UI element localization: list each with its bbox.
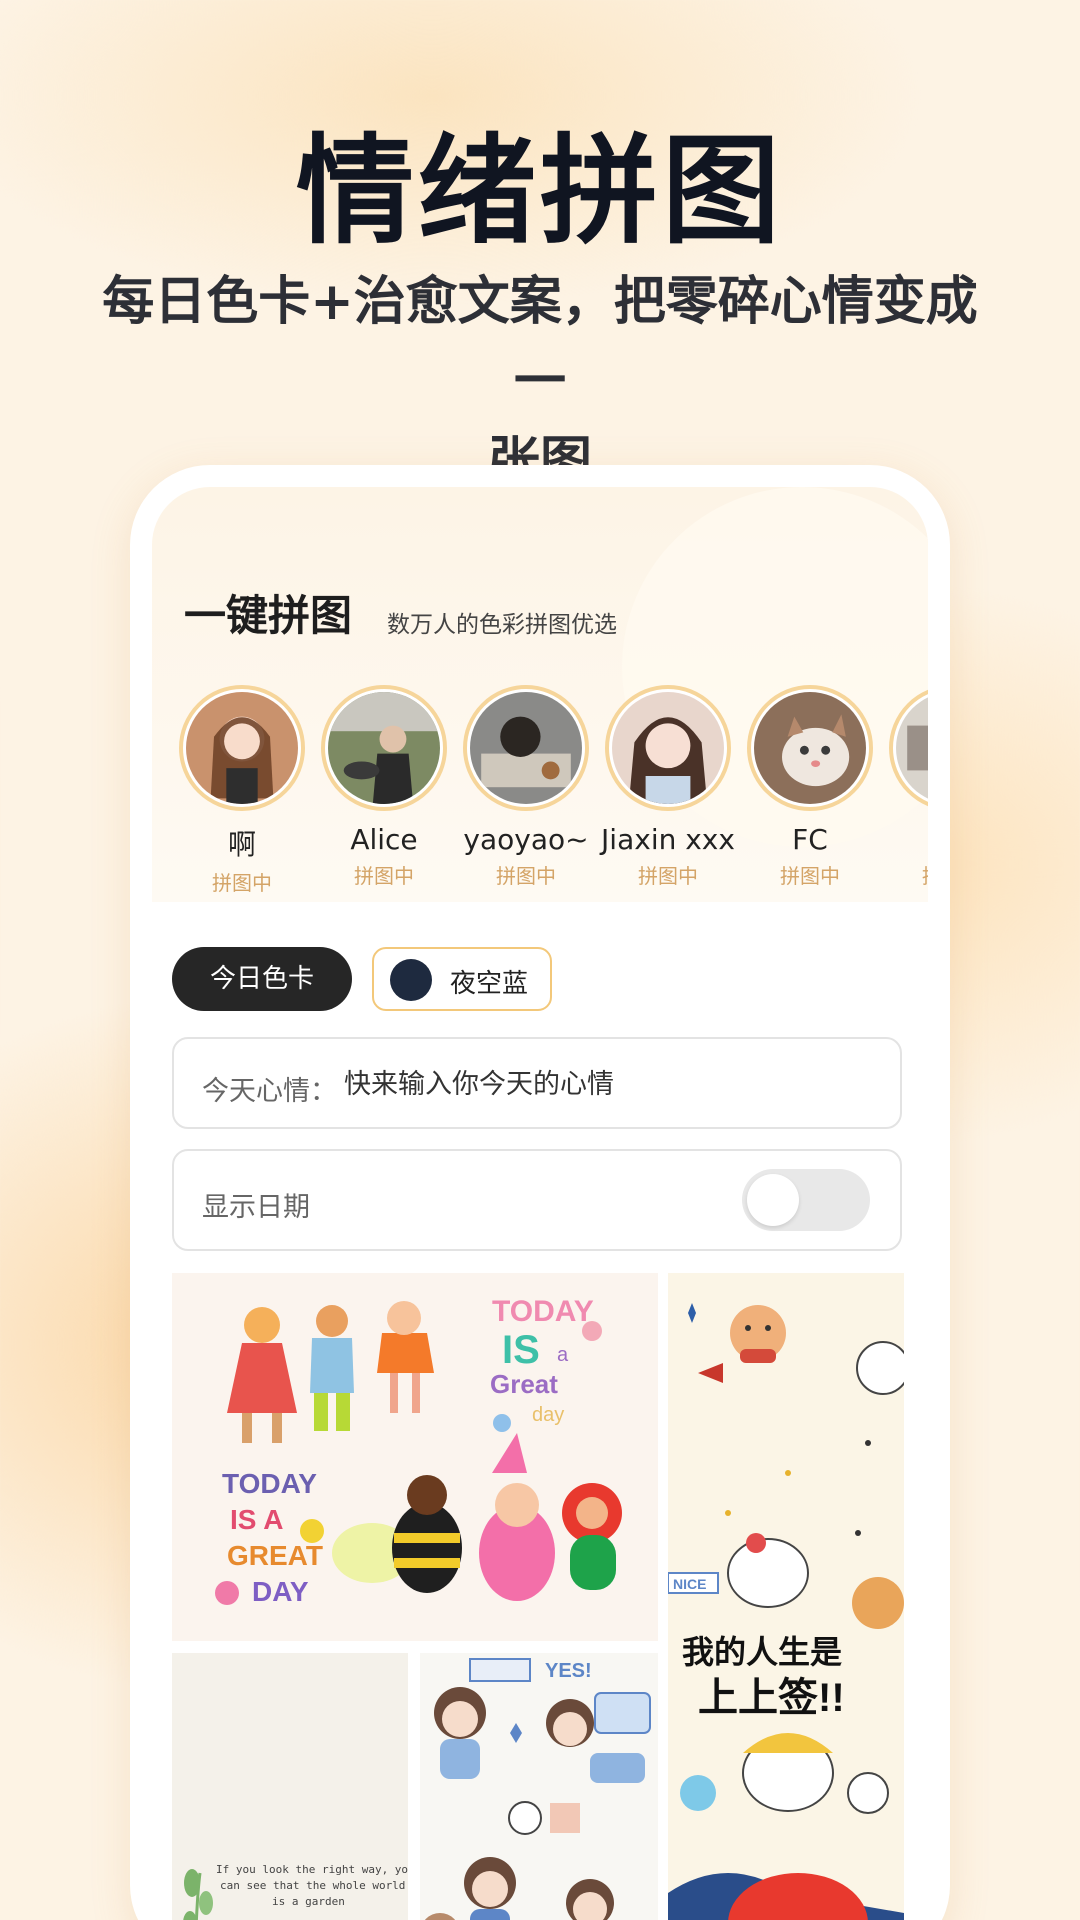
avatar-status: 拼图中: [882, 860, 928, 889]
headline: 情绪拼图: [295, 122, 784, 260]
avatar: [889, 685, 928, 811]
illustration: TODAY IS a Great day TODAY IS A GREAT DA…: [215, 1295, 622, 1607]
toggle-knob: [747, 1174, 799, 1226]
illustration-text: IS: [502, 1328, 540, 1372]
illustration-text: day: [532, 1404, 564, 1426]
illustration-text: 上上签!!: [698, 1676, 845, 1720]
avatar-name: H: [882, 823, 928, 856]
color-swatch: [390, 959, 432, 1001]
avatar-item[interactable]: FC 拼图中: [740, 685, 880, 889]
mood-label: 今天心情：: [202, 1076, 337, 1107]
avatar-carousel[interactable]: 啊 拼图中 Alice 拼图中 yaoyao~ 拼图中 Jiaxin xxx 拼…: [172, 685, 928, 895]
illustration: YES!: [424, 1658, 651, 1920]
illustration-text: GREAT: [227, 1540, 323, 1571]
avatar-photo: [754, 692, 866, 804]
illustration-text: TODAY: [222, 1468, 317, 1499]
today-color-button[interactable]: 今日色卡: [172, 947, 352, 1011]
avatar: [605, 685, 731, 811]
avatar-status: 拼图中: [212, 871, 272, 895]
avatar-item[interactable]: Jiaxin xxx 拼图中: [598, 685, 738, 889]
avatar: [321, 685, 447, 811]
avatar-item[interactable]: 啊 拼图中: [172, 685, 312, 895]
avatar-item[interactable]: yaoyao~ 拼图中: [456, 685, 596, 889]
avatar-name: Jiaxin xxx: [601, 823, 735, 856]
template-image[interactable]: YES!: [420, 1653, 658, 1920]
avatar-photo: [328, 692, 440, 804]
avatar-name: FC: [792, 823, 828, 856]
avatar-photo: [612, 692, 724, 804]
avatar-photo: [896, 692, 928, 804]
avatar-status: 拼图中: [496, 864, 556, 888]
illustration: NICE 我的人生是 上上签!!: [668, 1303, 904, 1920]
app-screen: 一键拼图 数万人的色彩拼图优选 啊 拼图中 Alice 拼图中 yaoyao~ …: [152, 487, 928, 1920]
illustration-text: IS A: [230, 1504, 283, 1535]
illustration: If you look the right way, you can see t…: [183, 1863, 408, 1920]
color-chip[interactable]: 夜空蓝: [372, 947, 552, 1011]
illustration-text: NICE: [673, 1576, 706, 1592]
mood-input[interactable]: [344, 1061, 864, 1107]
hero-area: 一键拼图 数万人的色彩拼图优选 啊 拼图中 Alice 拼图中 yaoyao~ …: [152, 487, 928, 902]
illustration-text: YES!: [545, 1660, 592, 1682]
avatar-item[interactable]: H 拼图中: [882, 685, 928, 889]
avatar-status: 拼图中: [780, 864, 840, 888]
phone-frame: 一键拼图 数万人的色彩拼图优选 啊 拼图中 Alice 拼图中 yaoyao~ …: [130, 465, 950, 1920]
avatar-photo: [470, 692, 582, 804]
show-date-toggle[interactable]: [742, 1169, 870, 1231]
section-subtitle: 数万人的色彩拼图优选: [387, 612, 617, 638]
avatar-status: 拼图中: [638, 864, 698, 888]
avatar-photo: [186, 692, 298, 804]
avatar-name: Alice: [350, 823, 418, 856]
illustration-text: is a garden: [272, 1895, 345, 1908]
avatar-item[interactable]: Alice 拼图中: [314, 685, 454, 889]
show-date-row: 显示日期: [172, 1149, 902, 1251]
illustration-text: can see that the whole world: [220, 1879, 405, 1892]
avatar: [747, 685, 873, 811]
avatar-status: 拼图中: [354, 864, 414, 888]
mood-field[interactable]: 今天心情：: [172, 1037, 902, 1129]
template-image[interactable]: TODAY IS a Great day TODAY IS A GREAT DA…: [172, 1273, 658, 1641]
avatar-name: yaoyao~: [463, 823, 589, 856]
illustration-text: 我的人生是: [682, 1634, 842, 1670]
illustration-text: DAY: [252, 1576, 309, 1607]
color-name: 夜空蓝: [450, 969, 529, 999]
avatar: [463, 685, 589, 811]
avatar: [179, 685, 305, 811]
illustration-text: a: [557, 1344, 569, 1366]
illustration-text: If you look the right way, you: [216, 1863, 408, 1876]
illustration-text: Great: [490, 1369, 558, 1399]
illustration-text: TODAY: [492, 1295, 594, 1328]
section-title: 一键拼图: [184, 591, 353, 640]
avatar-name: 啊: [227, 828, 256, 861]
template-image[interactable]: If you look the right way, you can see t…: [172, 1653, 408, 1920]
template-image[interactable]: NICE 我的人生是 上上签!!: [668, 1273, 904, 1920]
show-date-label: 显示日期: [202, 1192, 310, 1223]
